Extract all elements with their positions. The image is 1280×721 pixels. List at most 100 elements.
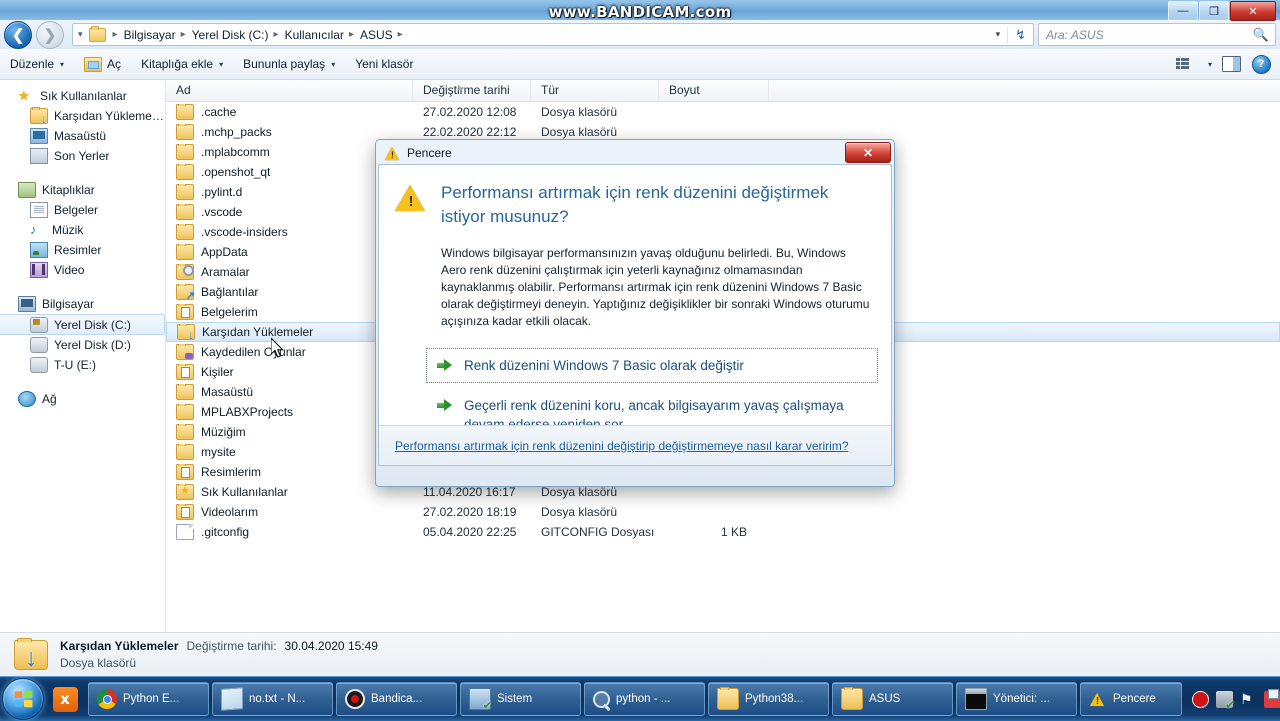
antivirus-icon[interactable] (1264, 688, 1280, 708)
search-box[interactable]: Ara: ASUS 🔍 (1038, 23, 1276, 46)
nav-group-favorites-label: Sık Kullanılanlar (40, 89, 127, 103)
dialog-body: ! Performansı artırmak için renk düzenin… (378, 164, 892, 466)
nav-item-documents[interactable]: Belgeler (0, 200, 165, 220)
dialog-footer: Performansı artırmak için renk düzenini … (379, 425, 891, 465)
column-header-type[interactable]: Tür (531, 80, 659, 101)
taskbar: ⅹ Python E... no.txt - N... Bandica... Sist… (0, 676, 1280, 721)
taskbar-button[interactable]: Python E... (88, 682, 209, 716)
breadcrumb-bar[interactable]: ▾ ▸ Bilgisayar ▸ Yerel Disk (C:) ▸ Kulla… (72, 23, 1034, 46)
taskbar-button[interactable]: python - ... (584, 682, 705, 716)
network-icon (18, 391, 36, 407)
share-with-button[interactable]: Bununla paylaş ▾ (233, 53, 345, 75)
taskbar-button[interactable]: no.txt - N... (212, 682, 333, 716)
record-icon[interactable] (1192, 690, 1209, 708)
file-name-cell: .mchp_packs (166, 124, 413, 140)
column-header-name[interactable]: Ad (166, 80, 413, 101)
breadcrumb-dropdown-icon[interactable]: ▾ (989, 29, 1008, 40)
taskbar-button-label: python - ... (616, 693, 671, 705)
quicklaunch-xampp[interactable]: ⅹ (48, 682, 82, 716)
nav-item-downloads[interactable]: Karşıdan Yüklemeler (0, 106, 165, 126)
new-folder-label: Yeni klasör (355, 57, 414, 71)
breadcrumb-separator-4[interactable]: ▸ (394, 29, 408, 40)
breadcrumb-item-0[interactable]: Bilgisayar (123, 28, 177, 42)
taskbar-button[interactable]: Sistem (460, 682, 581, 716)
taskbar-button[interactable]: Yönetici: ... (956, 682, 1077, 716)
open-button[interactable]: Aç (74, 53, 131, 75)
start-button[interactable] (2, 678, 44, 720)
file-name-label: .vscode-insiders (201, 225, 288, 239)
breadcrumb-item-2[interactable]: Kullanıcılar (284, 28, 345, 42)
breadcrumb-separator-0[interactable]: ▸ (109, 29, 123, 40)
add-to-library-button[interactable]: Kitaplığa ekle ▾ (131, 53, 233, 75)
taskbar-button[interactable]: ! Pencere (1080, 682, 1182, 716)
help-button[interactable]: ? (1248, 53, 1274, 75)
nav-item-local-disk-c-label: Yerel Disk (C:) (54, 317, 131, 332)
table-row[interactable]: .gitconfig 05.04.2020 22:25 GITCONFIG Dosy… (166, 522, 1280, 542)
taskbar-button[interactable]: Python38... (708, 682, 829, 716)
column-header-size[interactable]: Boyut (659, 80, 769, 101)
windows-drive-icon (30, 316, 48, 333)
breadcrumb-separator-2[interactable]: ▸ (270, 29, 284, 40)
computer-icon (18, 296, 36, 312)
new-folder-button[interactable]: Yeni klasör (345, 53, 423, 75)
navigation-pane[interactable]: ★ Sık Kullanılanlar Karşıdan Yüklemeler … (0, 80, 166, 632)
nav-item-local-disk-d[interactable]: Yerel Disk (D:) (0, 335, 165, 355)
folder-icon (176, 164, 194, 180)
taskbar-button[interactable]: Bandica... (336, 682, 457, 716)
action-center-flag-icon[interactable]: ⚑ (1240, 691, 1257, 708)
warning-icon: ! (385, 146, 400, 160)
search-input[interactable]: Ara: ASUS (1039, 28, 1253, 42)
minimize-button[interactable]: — (1168, 1, 1198, 21)
breadcrumb-item-3[interactable]: ASUS (359, 28, 394, 42)
preview-pane-button[interactable] (1218, 53, 1244, 75)
organize-button[interactable]: Düzenle ▾ (0, 53, 74, 75)
dialog-titlebar[interactable]: ! Pencere ✕ (378, 142, 892, 164)
back-button[interactable]: ❮ (4, 20, 32, 49)
close-button[interactable]: ✕ (1230, 1, 1276, 21)
refresh-icon[interactable]: ↯ (1007, 26, 1033, 43)
details-type: Dosya klasörü (60, 656, 137, 670)
nav-group-libraries[interactable]: Kitaplıklar (0, 180, 165, 200)
nav-item-music-label: Müzik (52, 223, 84, 237)
nav-item-local-disk-c[interactable]: Yerel Disk (C:) (0, 314, 165, 335)
search-folder-icon (176, 264, 194, 280)
file-name-label: Resimlerim (201, 465, 261, 479)
nav-group-favorites[interactable]: ★ Sık Kullanılanlar (0, 86, 165, 106)
forward-button[interactable]: ❯ (36, 20, 64, 49)
nav-item-tu-e[interactable]: T-U (E:) (0, 355, 165, 375)
safely-remove-icon[interactable] (1216, 690, 1235, 712)
nav-item-video[interactable]: Video (0, 260, 165, 280)
nav-group-network[interactable]: Ağ (0, 389, 165, 409)
table-row[interactable]: Videolarım 27.02.2020 18:19 Dosya klasörü (166, 502, 1280, 522)
file-name-label: .vscode (201, 205, 243, 219)
nav-item-recent-places[interactable]: Son Yerler (0, 146, 165, 166)
music-icon: ♪ (30, 222, 37, 237)
downloads-folder-icon: ↓ (14, 637, 48, 670)
breadcrumb-separator-3[interactable]: ▸ (345, 29, 359, 40)
search-icon[interactable]: 🔍 (1253, 27, 1275, 43)
view-dropdown-button[interactable]: ▾ (1200, 53, 1214, 75)
nav-item-music[interactable]: ♪ Müzik (0, 220, 165, 240)
nav-group-computer[interactable]: Bilgisayar (0, 294, 165, 314)
recent-locations-dropdown-icon[interactable]: ▾ (73, 29, 88, 40)
taskbar-button[interactable]: ASUS (832, 682, 953, 716)
file-size-cell: 1 KB (720, 525, 747, 539)
nav-item-desktop[interactable]: Masaüstü (0, 126, 165, 146)
dialog-option-change-scheme[interactable]: Renk düzenini Windows 7 Basic olarak değ… (426, 348, 878, 383)
column-header-date[interactable]: Değiştirme tarihi (413, 80, 531, 101)
breadcrumb-separator-1[interactable]: ▸ (177, 29, 191, 40)
change-view-button[interactable] (1170, 53, 1196, 75)
nav-item-pictures[interactable]: Resimler (0, 240, 165, 260)
folder-icon (176, 224, 194, 240)
nav-item-local-disk-d-label: Yerel Disk (D:) (54, 338, 131, 352)
maximize-button[interactable]: ❐ (1199, 1, 1229, 21)
breadcrumb-item-1[interactable]: Yerel Disk (C:) (191, 28, 270, 42)
chevron-down-icon: ▾ (219, 59, 224, 69)
dialog-close-button[interactable]: ✕ (845, 142, 891, 163)
file-name-label: .openshot_qt (201, 165, 271, 179)
file-name-label: Bağlantılar (201, 285, 259, 299)
dialog-help-link[interactable]: Performansı artırmak için renk düzenini … (395, 439, 849, 453)
table-row[interactable]: .cache 27.02.2020 12:08 Dosya klasörü (166, 102, 1280, 122)
